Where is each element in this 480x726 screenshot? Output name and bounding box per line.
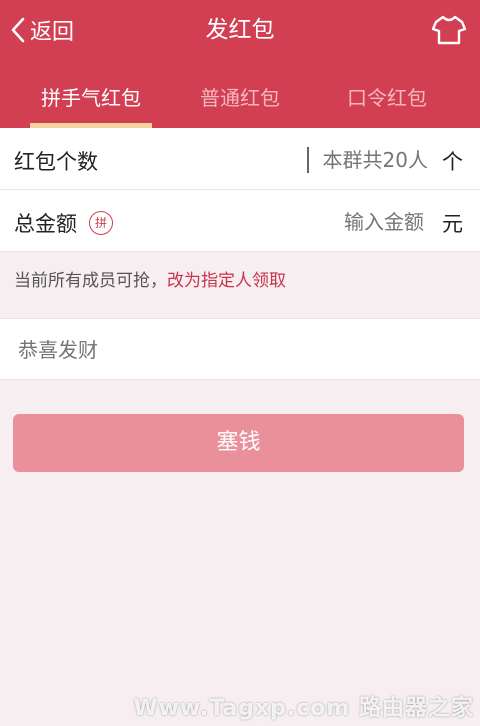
tab-normal-packet[interactable]: 普通红包: [180, 72, 300, 128]
count-label: 红包个数: [14, 150, 98, 174]
pin-badge-icon: 拼: [89, 211, 113, 235]
amount-input[interactable]: [300, 206, 426, 238]
tab-password-packet[interactable]: 口令红包: [328, 72, 446, 128]
text-cursor: [307, 147, 309, 173]
shirt-icon[interactable]: [432, 14, 466, 46]
amount-row: 总金额 元: [0, 190, 480, 252]
count-row: 红包个数 个: [0, 128, 480, 190]
message-row: [0, 318, 480, 380]
watermark: Www.Tagxp.com 路由器之家: [133, 696, 474, 721]
tab-lucky-packet[interactable]: 拼手气红包: [30, 72, 152, 128]
greeting-input[interactable]: [16, 333, 460, 367]
assign-recipient-link[interactable]: 改为指定人领取: [167, 271, 286, 291]
tab-bar: 拼手气红包 普通红包 口令红包: [0, 72, 480, 128]
send-money-button[interactable]: 塞钱: [13, 414, 464, 472]
amount-unit: 元: [442, 212, 463, 236]
amount-label: 总金额: [14, 212, 77, 236]
count-unit: 个: [442, 150, 463, 174]
count-input[interactable]: [300, 144, 430, 176]
page-title: 发红包: [205, 17, 275, 43]
header-bar: 返回 发红包 拼手气红包 普通红包 口令红包: [0, 0, 480, 128]
member-note-text: 当前所有成员可抢，: [14, 271, 167, 291]
member-note: 当前所有成员可抢，改为指定人领取: [14, 266, 286, 291]
